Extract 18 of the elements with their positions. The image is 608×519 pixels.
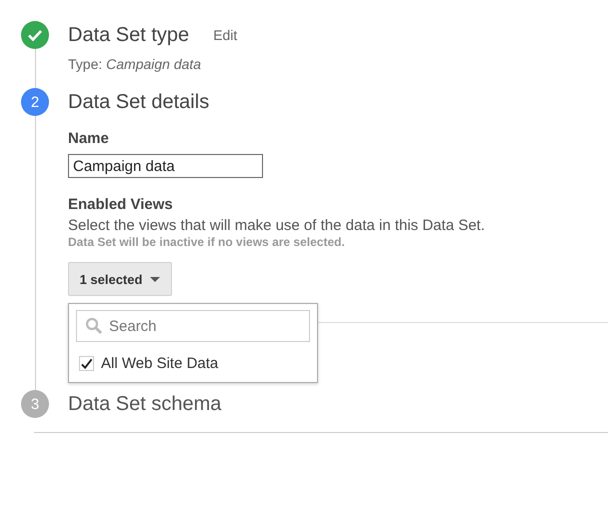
search-field[interactable]: Search <box>76 310 310 342</box>
step-title: Data Set type <box>68 24 190 46</box>
step-number: 3 <box>21 390 49 418</box>
caret-icon <box>150 276 160 282</box>
section-label: Enabled Views <box>68 196 174 213</box>
step-title: Data Set details <box>68 90 210 114</box>
name-field[interactable]: Campaign data <box>68 154 263 178</box>
step-summary: Type: Campaign data <box>68 56 202 72</box>
field-label: Name <box>68 130 110 147</box>
step-number: 2 <box>21 88 49 116</box>
views-warning: Data Set will be inactive if no views are selected. <box>68 235 346 249</box>
search-icon <box>85 317 103 335</box>
checkbox[interactable] <box>79 356 94 371</box>
option-label[interactable]: All Web Site Data <box>101 355 218 372</box>
edit-link[interactable]: Edit <box>213 27 238 43</box>
views-dropdown[interactable]: 1 selected <box>68 262 172 296</box>
step-title: Data Set schema <box>68 392 222 416</box>
views-description: Select the views that will make use of the data in this Data Set. <box>68 217 486 234</box>
